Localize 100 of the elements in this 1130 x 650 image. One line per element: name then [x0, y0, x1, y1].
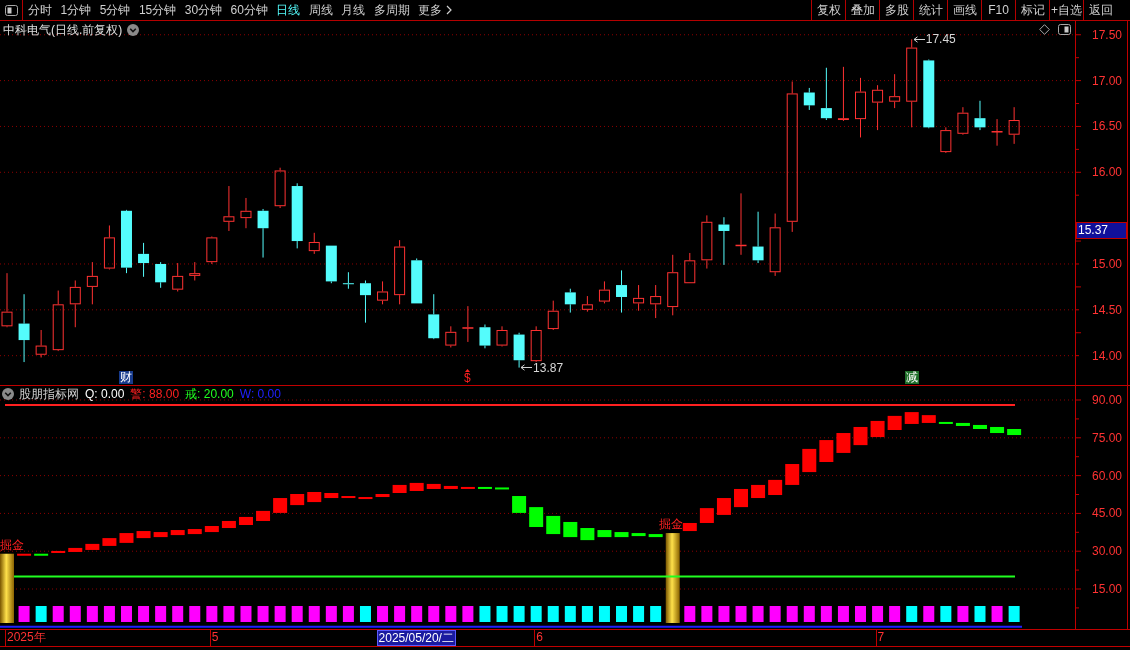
- indicator-bar: [973, 424, 987, 429]
- indicator-bar: [341, 496, 356, 499]
- candlestick: [564, 288, 576, 314]
- indicator-value: 警: 88.00: [130, 386, 180, 401]
- period-tab[interactable]: 日线: [276, 3, 301, 17]
- signal-label: 掘金: [0, 537, 24, 552]
- chevron-down-icon[interactable]: [2, 387, 14, 400]
- indicator-bar: [136, 531, 151, 539]
- period-tab[interactable]: 60分钟: [230, 3, 268, 17]
- candlestick: [189, 261, 201, 281]
- indicator-bar: [546, 515, 561, 535]
- toolbar-button[interactable]: 返回: [1083, 0, 1117, 20]
- candlestick: [872, 84, 884, 131]
- toolbar-button[interactable]: 统计: [913, 0, 947, 20]
- axis-label: 15.00: [1091, 256, 1122, 271]
- period-tab[interactable]: 5分钟: [99, 3, 131, 17]
- indicator-bar: [802, 448, 817, 473]
- chart-title: 中科电气(日线.前复权): [3, 22, 123, 37]
- period-tab[interactable]: 30分钟: [184, 3, 223, 17]
- indicator-bar: [17, 553, 32, 556]
- date-axis-label: 6: [534, 630, 543, 646]
- chevron-down-icon[interactable]: [127, 23, 140, 36]
- indicator-bar: [290, 494, 305, 506]
- axis-label: 45.00: [1091, 506, 1122, 521]
- candlestick: [240, 197, 252, 229]
- candlestick: [1, 272, 13, 328]
- candlestick: [325, 245, 337, 284]
- period-tab[interactable]: 月线: [341, 3, 366, 17]
- indicator-bar: [785, 464, 800, 485]
- candlestick: [923, 59, 935, 129]
- candlestick: [411, 257, 423, 304]
- indicator-bar: [221, 520, 236, 528]
- indicator-bar: [512, 496, 527, 513]
- toolbar-button[interactable]: 多股: [879, 0, 913, 20]
- indicator-bar: [836, 433, 851, 453]
- candlestick: [86, 261, 98, 305]
- toolbar-button[interactable]: F10: [981, 0, 1015, 20]
- candlestick: [138, 242, 150, 278]
- period-tab[interactable]: 周线: [308, 3, 333, 17]
- toolbar-button[interactable]: +自选: [1049, 0, 1083, 20]
- event-marker[interactable]: 减: [904, 371, 919, 384]
- axis-label: 15.00: [1091, 582, 1122, 596]
- toolbar-button[interactable]: 叠加: [845, 0, 879, 20]
- panel-toggle-icon: [4, 4, 18, 16]
- indicator-bar: [699, 508, 714, 523]
- indicator-bar: [256, 510, 271, 521]
- candlestick: [991, 118, 1003, 147]
- candlestick: [616, 269, 627, 314]
- toolbar-button[interactable]: 复权: [811, 0, 845, 20]
- more-menu-button[interactable]: 更多: [418, 3, 453, 17]
- toolbar-button[interactable]: 画线: [947, 0, 981, 20]
- candlestick: [291, 182, 303, 249]
- indicator-bar: [580, 528, 595, 541]
- candlestick: [35, 329, 47, 358]
- event-marker[interactable]: $: [463, 372, 471, 384]
- period-tab[interactable]: 多周期: [373, 3, 410, 17]
- indicator-bar: [392, 484, 407, 493]
- indicator-bar: [751, 484, 766, 499]
- indicator-bar: [358, 497, 373, 500]
- indicator-bar: [819, 440, 834, 462]
- toolbar-button[interactable]: 标记: [1015, 0, 1049, 20]
- indicator-value: Q: 0.00: [85, 386, 125, 401]
- indicator-bar: [990, 426, 1005, 433]
- period-tab[interactable]: 分时: [28, 3, 52, 17]
- indicator-bar: [938, 421, 953, 424]
- date-axis-label: 7: [875, 630, 885, 646]
- period-tab[interactable]: 1分钟: [60, 3, 92, 17]
- period-tab[interactable]: 15分钟: [138, 3, 177, 17]
- indicator-bar: [426, 483, 441, 489]
- candlestick: [18, 293, 30, 363]
- indicator-bar: [409, 482, 424, 491]
- event-marker[interactable]: 财: [119, 371, 134, 384]
- diamond-icon[interactable]: [1039, 24, 1050, 35]
- price-extreme-label: 17.45: [925, 32, 956, 47]
- indicator-bar: [443, 485, 458, 489]
- candlestick: [206, 235, 218, 265]
- axis-label: 14.00: [1091, 348, 1122, 363]
- indicator-bar: [529, 507, 544, 527]
- candlestick: [633, 284, 645, 312]
- axis-label: 16.00: [1091, 165, 1122, 180]
- candlestick: [684, 252, 696, 284]
- candlestick: [974, 100, 986, 131]
- indicator-bar: [239, 516, 253, 525]
- indicator-bar: [68, 547, 83, 552]
- candlestick: [274, 167, 286, 209]
- date-axis-label: 5: [209, 630, 219, 646]
- indicator-bar: [375, 494, 390, 498]
- candlestick: [121, 209, 132, 274]
- axis-label: 17.50: [1091, 27, 1122, 42]
- indicator-bar: [460, 486, 475, 489]
- indicator-bar: [273, 498, 288, 513]
- candlestick: [650, 284, 662, 319]
- indicator-bar: [716, 498, 731, 515]
- candlestick: [803, 87, 815, 111]
- candlestick: [769, 213, 781, 277]
- indicator-bar: [631, 533, 646, 537]
- indicator-bar: [324, 493, 339, 499]
- indicator-bar: [614, 532, 629, 538]
- candlestick: [837, 66, 849, 122]
- candlestick: [547, 300, 559, 331]
